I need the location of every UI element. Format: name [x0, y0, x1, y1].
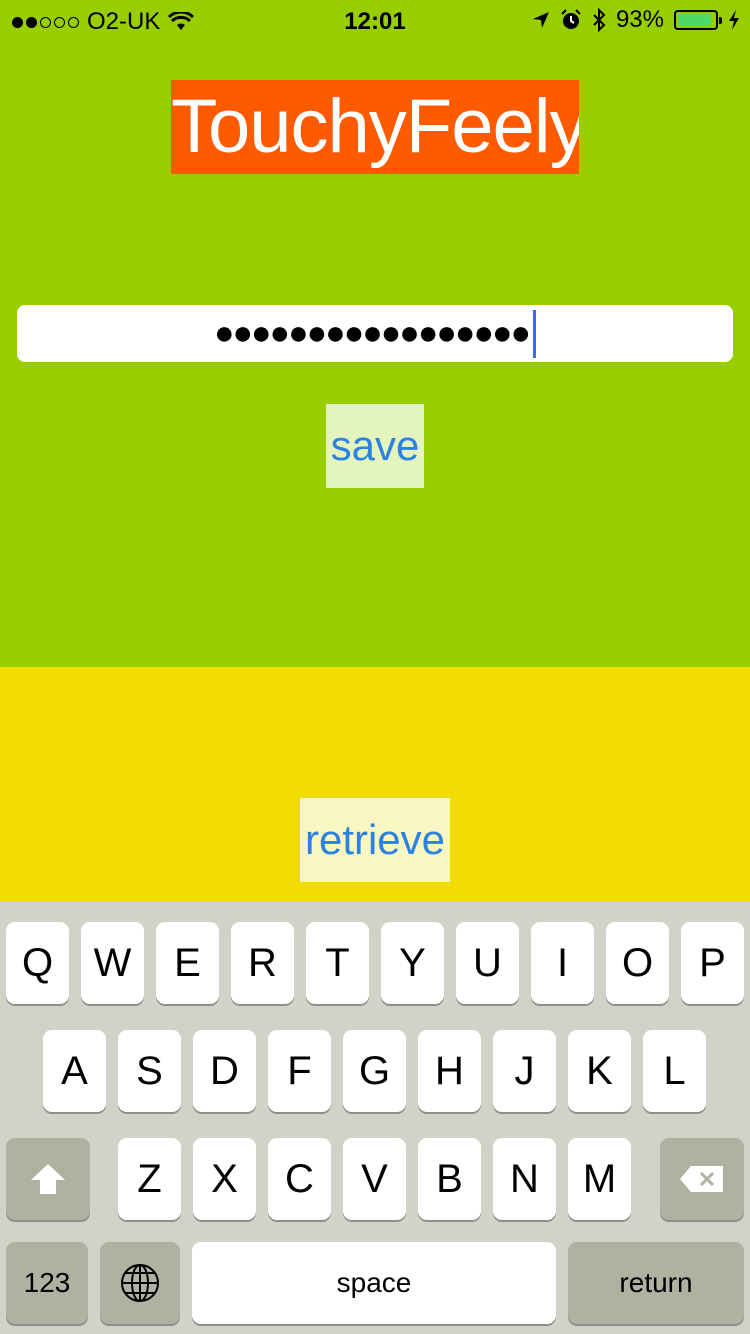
keyboard: 123 space return QWERTYUIOP ASDFGHJKL ZXCV… — [0, 902, 750, 1334]
return-key[interactable]: return — [568, 1242, 744, 1324]
alarm-icon — [561, 9, 581, 29]
key-b[interactable]: B — [418, 1138, 481, 1220]
key-z[interactable]: Z — [118, 1138, 181, 1220]
password-value: ●●●●●●●●●●●●●●●●● — [213, 314, 531, 352]
bluetooth-icon — [593, 8, 606, 32]
key-l[interactable]: L — [643, 1030, 706, 1112]
save-button[interactable]: save — [326, 404, 424, 488]
key-e[interactable]: E — [156, 922, 219, 1004]
location-arrow-icon — [532, 12, 549, 28]
battery-percent: 93% — [615, 6, 664, 33]
key-h[interactable]: H — [418, 1030, 481, 1112]
key-t[interactable]: T — [306, 922, 369, 1004]
key-w[interactable]: W — [81, 922, 144, 1004]
key-m[interactable]: M — [568, 1138, 631, 1220]
retrieve-panel: retrieve — [0, 667, 750, 902]
key-c[interactable]: C — [268, 1138, 331, 1220]
key-d[interactable]: D — [193, 1030, 256, 1112]
numbers-key[interactable]: 123 — [6, 1242, 88, 1324]
password-input[interactable]: ●●●●●●●●●●●●●●●●● — [17, 305, 733, 362]
retrieve-button[interactable]: retrieve — [300, 798, 450, 882]
key-q[interactable]: Q — [6, 922, 69, 1004]
delete-key[interactable] — [660, 1138, 744, 1220]
key-v[interactable]: V — [343, 1138, 406, 1220]
key-g[interactable]: G — [343, 1030, 406, 1112]
save-panel: TouchyFeely ●●●●●●●●●●●●●●●●● save — [0, 0, 750, 667]
shift-icon — [31, 1164, 65, 1194]
key-f[interactable]: F — [268, 1030, 331, 1112]
key-y[interactable]: Y — [381, 922, 444, 1004]
key-x[interactable]: X — [193, 1138, 256, 1220]
key-o[interactable]: O — [606, 922, 669, 1004]
key-p[interactable]: P — [681, 922, 744, 1004]
shift-key[interactable] — [6, 1138, 90, 1220]
text-cursor — [533, 309, 537, 358]
app-title: TouchyFeely — [171, 80, 579, 174]
backspace-icon — [680, 1166, 723, 1192]
key-n[interactable]: N — [493, 1138, 556, 1220]
key-k[interactable]: K — [568, 1030, 631, 1112]
space-key[interactable]: space — [192, 1242, 556, 1324]
key-s[interactable]: S — [118, 1030, 181, 1112]
battery-icon — [674, 10, 722, 30]
key-j[interactable]: J — [493, 1030, 556, 1112]
key-a[interactable]: A — [43, 1030, 106, 1112]
status-bar: O2-UK 12:01 93% — [0, 0, 750, 40]
key-u[interactable]: U — [456, 922, 519, 1004]
key-r[interactable]: R — [231, 922, 294, 1004]
globe-icon — [121, 1264, 159, 1302]
charging-icon — [729, 10, 739, 30]
key-i[interactable]: I — [531, 922, 594, 1004]
globe-key[interactable] — [100, 1242, 180, 1324]
